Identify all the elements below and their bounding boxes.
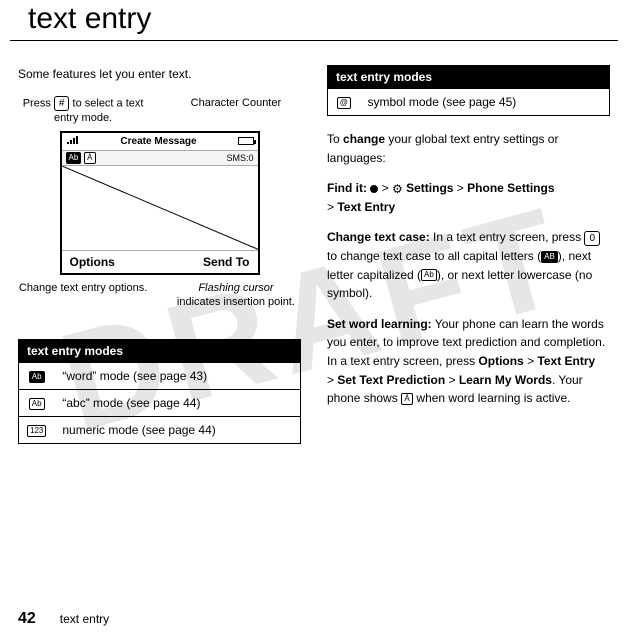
learning-indicator-icon: Á	[401, 393, 413, 405]
word-mode-icon: Ab	[29, 371, 45, 383]
phone-substatus-bar: Ab Á SMS:0	[62, 151, 258, 166]
phone-screen-title: Create Message	[80, 136, 238, 147]
sms-counter: SMS:0	[226, 153, 253, 163]
cap-next-indicator-icon: Ab	[421, 269, 437, 281]
table-row: 123 numeric mode (see page 44)	[19, 417, 301, 444]
modes-header: text entry modes	[328, 66, 610, 89]
softkey-send-to: Send To	[203, 255, 249, 269]
left-column: Some features let you enter text. Press …	[18, 65, 301, 444]
caps-indicator-icon: AB	[541, 251, 558, 263]
callout-character-counter: Character Counter	[171, 96, 301, 125]
learning-indicator-icon: Á	[84, 152, 96, 164]
table-row: @ symbol mode (see page 45)	[328, 89, 610, 116]
symbol-mode-icon: @	[337, 97, 351, 109]
abc-mode-icon: Ab	[29, 398, 45, 410]
phone-screen: Create Message Ab Á SMS:0 Options Send T…	[60, 131, 260, 275]
intro-text: Some features let you enter text.	[18, 65, 301, 84]
numeric-mode-icon: 123	[27, 425, 46, 437]
change-intro: To change your global text entry setting…	[327, 130, 610, 167]
table-row: Ab “word” mode (see page 43)	[19, 363, 301, 390]
mode-desc: “word” mode (see page 43)	[54, 363, 300, 390]
footer-section: text entry	[60, 612, 109, 626]
phone-status-bar: Create Message	[62, 133, 258, 151]
text-entry-modes-table-left: text entry modes Ab “word” mode (see pag…	[18, 339, 301, 444]
callout-change-options: Change text entry options.	[18, 281, 148, 310]
mode-desc: “abc” mode (see page 44)	[54, 390, 300, 417]
modes-header: text entry modes	[19, 340, 301, 363]
phone-softkeys: Options Send To	[62, 251, 258, 273]
callout-flashing-cursor: Flashing cursor indicates insertion poin…	[171, 281, 301, 310]
callout-press-select: Press # to select a text entry mode.	[18, 96, 148, 125]
mode-indicator-icon: Ab	[66, 152, 82, 164]
hash-key-icon: #	[54, 96, 70, 111]
cursor-diagonal-line	[62, 166, 258, 250]
softkey-options: Options	[70, 255, 115, 269]
battery-icon	[238, 137, 254, 145]
signal-icon	[66, 135, 80, 148]
find-it-path: Find it: > ⚙ Settings > Phone Settings >…	[327, 179, 610, 216]
phone-text-area	[62, 166, 258, 251]
table-row: Ab “abc” mode (see page 44)	[19, 390, 301, 417]
mode-desc: numeric mode (see page 44)	[54, 417, 300, 444]
page-footer: 42 text entry	[18, 610, 109, 628]
zero-key-icon: 0	[584, 231, 600, 246]
change-text-case: Change text case: In a text entry screen…	[327, 228, 610, 302]
text-entry-modes-table-right: text entry modes @ symbol mode (see page…	[327, 65, 610, 116]
page-title: text entry	[10, 2, 618, 41]
page-number: 42	[18, 610, 36, 628]
mode-desc: symbol mode (see page 45)	[360, 89, 610, 116]
right-column: text entry modes @ symbol mode (see page…	[327, 65, 610, 444]
gear-icon: ⚙	[392, 183, 403, 195]
set-word-learning: Set word learning: Your phone can learn …	[327, 315, 610, 408]
